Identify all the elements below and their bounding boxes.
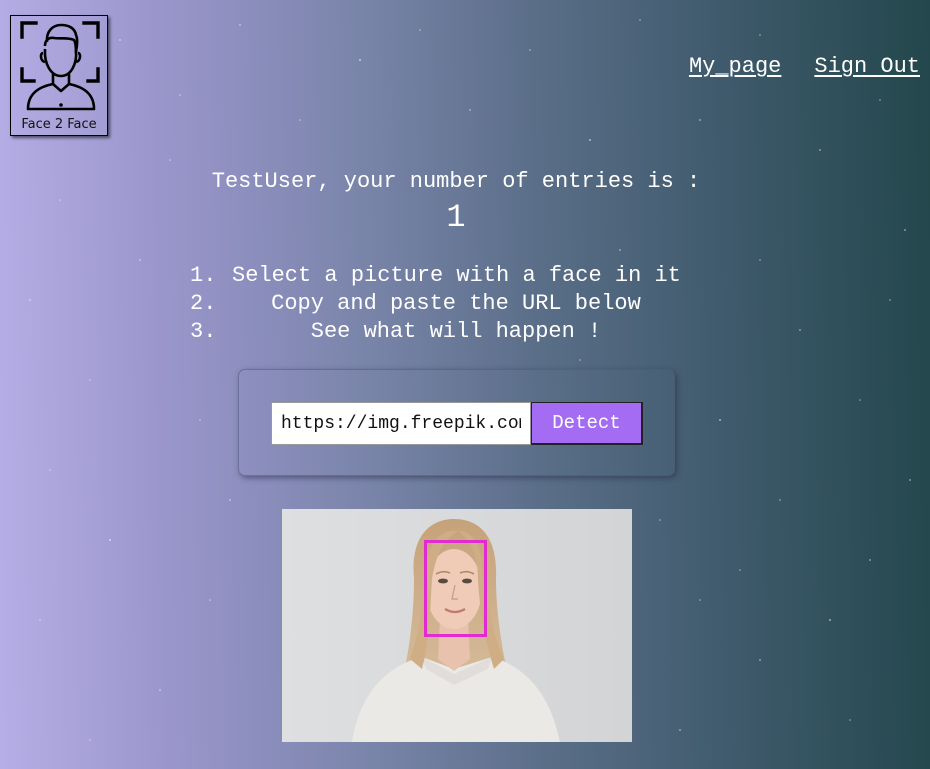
step-text: Select a picture with a face in it [232, 263, 681, 288]
step-number: 1. [190, 263, 217, 288]
step-number: 3. [190, 319, 217, 344]
instruction-step: 1. Select a picture with a face in it [190, 262, 722, 290]
instructions-list: 1. Select a picture with a face in it 2.… [190, 262, 722, 346]
step-text: See what will happen ! [310, 319, 602, 344]
entries-greeting: TestUser, your number of entries is : [211, 169, 701, 194]
face-detection-box [424, 540, 487, 637]
app-logo[interactable]: Face 2 Face [10, 15, 108, 136]
image-url-input[interactable] [271, 402, 531, 445]
logo-text: Face 2 Face [21, 117, 97, 132]
detect-button[interactable]: Detect [531, 402, 643, 445]
step-number: 2. [190, 291, 217, 316]
face-scan-icon [20, 21, 100, 111]
my-page-link[interactable]: My_page [689, 54, 781, 79]
instruction-step: 2. Copy and paste the URL below [190, 290, 722, 318]
entries-count: 1 [446, 199, 466, 236]
sign-out-link[interactable]: Sign Out [814, 54, 920, 79]
step-text: Copy and paste the URL below [271, 291, 641, 316]
instruction-step: 3. See what will happen ! [190, 318, 722, 346]
top-nav: My_page Sign Out [689, 54, 920, 79]
